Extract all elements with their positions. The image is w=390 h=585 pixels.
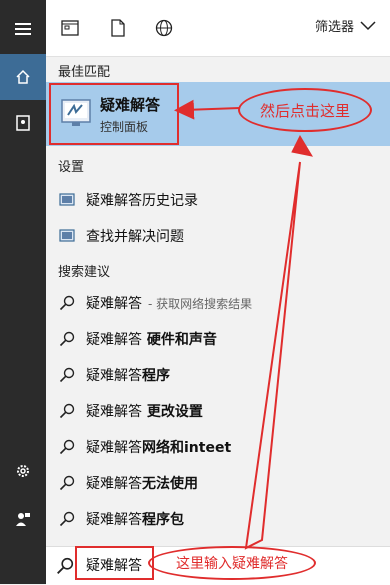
suggestion-item[interactable]: 疑难解答 - 获取网络搜索结果 xyxy=(46,286,390,320)
click-here-callout: 然后点击这里 xyxy=(238,88,372,132)
search-icon xyxy=(57,557,74,574)
chevron-down-icon xyxy=(360,20,376,30)
troubleshoot-settings-icon xyxy=(58,227,76,245)
suggestion-label: 疑难解答无法使用 xyxy=(86,476,198,492)
search-input-highlight-box xyxy=(75,546,154,580)
user-feedback-icon xyxy=(16,513,30,526)
search-icon xyxy=(58,438,76,456)
web-filter-button[interactable] xyxy=(154,18,174,38)
filter-label: 筛选器 xyxy=(314,20,354,35)
search-icon xyxy=(58,366,76,384)
search-icon xyxy=(58,402,76,420)
notebook-icon xyxy=(16,115,30,131)
search-icon xyxy=(58,294,76,312)
type-here-callout: 这里输入疑难解答 xyxy=(148,546,316,580)
suggestion-label: 疑难解答 xyxy=(86,296,142,312)
settings-result-find-fix[interactable]: 查找并解决问题 xyxy=(46,219,390,253)
search-icon xyxy=(58,474,76,492)
search-icon xyxy=(58,330,76,348)
settings-result-history[interactable]: 疑难解答历史记录 xyxy=(46,183,390,217)
suggestion-label: 疑难解答网络和inteet xyxy=(86,440,232,456)
suggestion-item[interactable]: 疑难解答程序包 xyxy=(46,502,390,536)
app-window-icon xyxy=(61,20,79,36)
notebook-button[interactable] xyxy=(0,100,46,146)
search-suggestions-heading: 搜索建议 xyxy=(58,265,111,280)
hamburger-icon xyxy=(15,23,31,35)
top-toolbar: 筛选器 xyxy=(46,0,390,57)
hamburger-menu-button[interactable] xyxy=(0,6,46,52)
home-icon xyxy=(16,69,30,84)
suggestion-item[interactable]: 疑难解答网络和inteet xyxy=(46,430,390,464)
documents-filter-button[interactable] xyxy=(108,18,128,38)
start-sidebar xyxy=(0,0,46,584)
document-icon xyxy=(111,19,125,37)
suggestion-label: 疑难解答程序包 xyxy=(86,512,184,528)
apps-filter-button[interactable] xyxy=(60,18,80,38)
settings-button[interactable] xyxy=(0,448,46,494)
suggestion-item[interactable]: 疑难解答 硬件和声音 xyxy=(46,322,390,356)
suggestion-item[interactable]: 疑难解答程序 xyxy=(46,358,390,392)
suggestion-web-hint: - 获取网络搜索结果 xyxy=(148,296,253,311)
home-button[interactable] xyxy=(0,54,46,100)
suggestion-label: 疑难解答 更改设置 xyxy=(86,404,203,420)
suggestion-label: 疑难解答 硬件和声音 xyxy=(86,332,217,348)
search-icon xyxy=(58,510,76,528)
suggestion-item[interactable]: 疑难解答无法使用 xyxy=(46,466,390,500)
gear-icon xyxy=(17,465,29,477)
suggestion-label: 疑难解答程序 xyxy=(86,368,170,384)
suggestion-item[interactable]: 疑难解答 更改设置 xyxy=(46,394,390,428)
feedback-button[interactable] xyxy=(0,496,46,542)
settings-heading: 设置 xyxy=(58,160,85,175)
settings-result-label: 疑难解答历史记录 xyxy=(86,193,198,209)
filter-dropdown[interactable]: 筛选器 xyxy=(315,16,376,35)
best-match-heading: 最佳匹配 xyxy=(58,65,111,80)
settings-result-label: 查找并解决问题 xyxy=(86,229,184,245)
best-match-highlight-box xyxy=(49,83,179,145)
troubleshoot-settings-icon xyxy=(58,191,76,209)
globe-icon xyxy=(155,19,173,37)
